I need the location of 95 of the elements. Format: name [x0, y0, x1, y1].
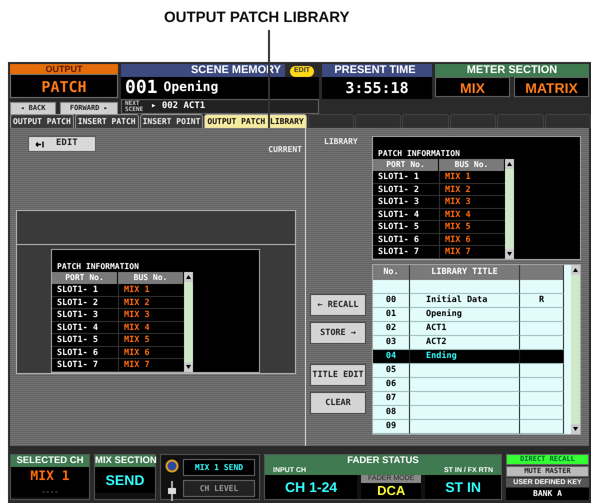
- title-cell: Initial Data: [410, 294, 520, 308]
- number-cell: 04: [373, 350, 410, 364]
- fader-icon: [168, 481, 176, 501]
- fader-status-title: FADER STATUS: [265, 455, 501, 467]
- empty-cell: [520, 378, 564, 392]
- protect-cell: R: [520, 294, 564, 308]
- present-time: 3:55:18: [322, 77, 432, 99]
- library-row[interactable]: 05: [373, 364, 571, 378]
- number-cell: 08: [373, 406, 410, 420]
- send-mode-button[interactable]: CH LEVEL: [183, 480, 255, 497]
- library-button[interactable]: ← RECALL: [310, 294, 366, 316]
- library-button[interactable]: STORE →: [310, 322, 366, 344]
- mix-section-mode: SEND: [95, 467, 155, 493]
- port-cell: SLOT1- 5: [373, 221, 439, 234]
- scene-name: Opening: [162, 79, 218, 97]
- library-row[interactable]: 00 Initial Data R: [373, 294, 571, 308]
- empty-cell: [520, 406, 564, 420]
- function-title: OUTPUT: [10, 64, 118, 74]
- meter-section-title: METER SECTION: [435, 64, 589, 77]
- library-row[interactable]: 04 Ending: [373, 350, 571, 364]
- tab[interactable]: INSERT PATCH: [74, 114, 139, 128]
- meter-button[interactable]: MATRIX: [514, 77, 589, 97]
- scene-number: 001: [124, 77, 158, 99]
- scroll-down-icon: [571, 424, 580, 434]
- library-row[interactable]: 09: [373, 420, 571, 434]
- callout-label: OUTPUT PATCH LIBRARY: [164, 8, 350, 28]
- scroll-up-icon: [571, 265, 580, 275]
- library-row[interactable]: 02 ACT1: [373, 322, 571, 336]
- number-cell: 00: [373, 294, 410, 308]
- column-header: BUS No.: [439, 159, 505, 171]
- empty-cell: [520, 322, 564, 336]
- scene-memory-title: SCENE MEMORY: [121, 64, 285, 77]
- send-mode-button[interactable]: MIX 1 SEND: [183, 459, 255, 476]
- title-cell: ACT1: [410, 322, 520, 336]
- empty-cell: [520, 308, 564, 322]
- edit-button[interactable]: EDIT: [28, 136, 96, 152]
- mix-section-title: MIX SECTION: [95, 455, 155, 467]
- number-cell: 05: [373, 364, 410, 378]
- port-cell: SLOT1- 2: [52, 296, 118, 309]
- current-label: CURRENT: [268, 144, 302, 156]
- bank-display: BANK A: [506, 488, 589, 500]
- selected-channel: MIX 1: [11, 467, 89, 487]
- number-cell: 07: [373, 392, 410, 406]
- number-cell: 09: [373, 420, 410, 434]
- library-row[interactable]: 08: [373, 406, 571, 420]
- library-row[interactable]: 06: [373, 378, 571, 392]
- port-cell: SLOT1- 3: [52, 309, 118, 322]
- scroll-up-icon: [184, 272, 193, 282]
- port-cell: SLOT1- 1: [373, 171, 439, 184]
- port-cell: SLOT1- 6: [52, 346, 118, 359]
- port-cell: SLOT1- 1: [52, 284, 118, 296]
- empty-cell: [373, 280, 410, 294]
- empty-cell: [520, 392, 564, 406]
- fader-mode: DCA: [376, 483, 406, 499]
- port-cell: SLOT1- 5: [52, 334, 118, 346]
- library-row[interactable]: 07: [373, 392, 571, 406]
- arrow-to-bar-icon: [35, 140, 44, 148]
- column-header: BUS No.: [118, 272, 184, 284]
- present-time-title: PRESENT TIME: [322, 64, 432, 77]
- library-label: LIBRARY: [323, 136, 359, 148]
- port-cell: SLOT1- 4: [52, 322, 118, 334]
- library-button[interactable]: CLEAR: [310, 392, 366, 414]
- function-name: PATCH: [10, 74, 118, 98]
- input-channel-range: CH 1-24: [265, 475, 358, 499]
- library-row[interactable]: 01 Opening: [373, 308, 571, 322]
- tab[interactable]: OUTPUT PATCH LIBRARY: [204, 114, 307, 128]
- port-cell: SLOT1- 3: [373, 196, 439, 208]
- number-cell: 06: [373, 378, 410, 392]
- number-cell: 02: [373, 322, 410, 336]
- next-scene-name: ▸ 002 ACT1: [151, 100, 206, 113]
- port-cell: SLOT1- 7: [373, 246, 439, 258]
- empty-cell: [520, 280, 564, 294]
- port-cell: SLOT1- 4: [373, 208, 439, 221]
- column-header: PORT No.: [52, 272, 118, 284]
- title-cell: Ending: [410, 350, 520, 364]
- port-cell: SLOT1- 6: [373, 234, 439, 246]
- port-cell: SLOT1- 7: [52, 359, 118, 372]
- selected-channel-title: SELECTED CH: [11, 455, 89, 467]
- column-header: LIBRARY TITLE: [410, 265, 520, 280]
- scroll-up-icon: [505, 159, 514, 169]
- panel-title: PATCH INFORMATION: [377, 149, 461, 159]
- meter-button[interactable]: MIX: [435, 77, 510, 97]
- empty-cell: [520, 364, 564, 378]
- st-in-mode: ST IN: [425, 475, 502, 499]
- column-header: PORT No.: [373, 159, 439, 171]
- tab[interactable]: INSERT POINT: [140, 114, 204, 128]
- title-cell: Opening: [410, 308, 520, 322]
- knob-icon: [165, 459, 179, 473]
- number-cell: 01: [373, 308, 410, 322]
- tab[interactable]: OUTPUT PATCH: [10, 114, 74, 128]
- column-header: No.: [373, 265, 410, 280]
- empty-cell: [520, 420, 564, 434]
- library-button[interactable]: TITLE EDIT: [310, 364, 366, 386]
- port-cell: SLOT1- 2: [373, 184, 439, 196]
- panel-title: PATCH INFORMATION: [56, 262, 140, 272]
